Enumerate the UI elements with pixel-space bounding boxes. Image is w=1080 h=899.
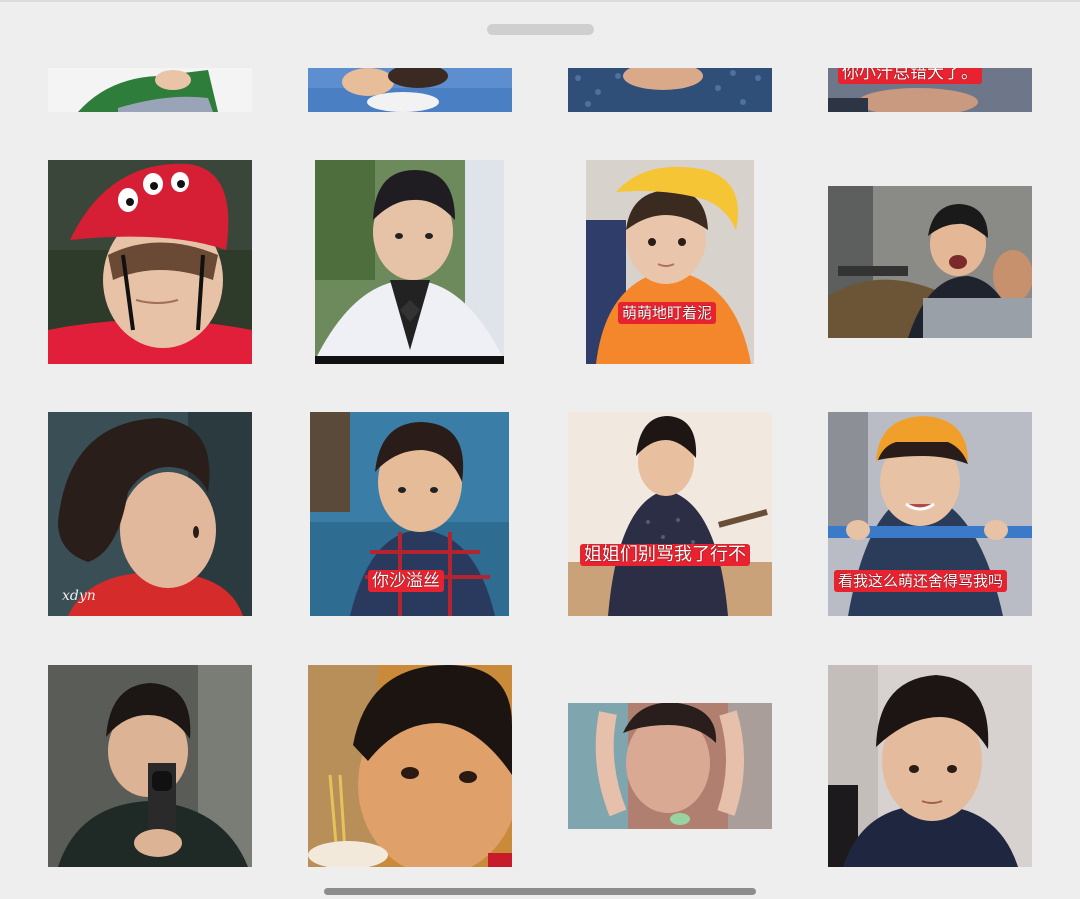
sticker-image — [828, 665, 1032, 867]
sticker-r3-3[interactable]: 姐姐们别骂我了行不 — [568, 412, 772, 616]
sticker-r2-4[interactable] — [828, 186, 1032, 338]
sticker-image — [568, 412, 772, 616]
sticker-image — [48, 412, 252, 616]
sticker-image — [48, 665, 252, 867]
sticker-r2-1[interactable] — [48, 160, 252, 364]
sticker-caption: 萌萌地盯着泥 — [618, 302, 717, 324]
sticker-r2-3[interactable]: 萌萌地盯着泥 — [586, 160, 754, 364]
drag-handle[interactable] — [487, 24, 594, 35]
sticker-r3-4[interactable]: 看我这么萌还舍得骂我吗 — [828, 412, 1032, 616]
sticker-image — [586, 160, 754, 364]
sticker-image — [568, 68, 772, 112]
scroll-indicator[interactable] — [324, 888, 756, 895]
sticker-r1-1[interactable] — [48, 68, 252, 112]
sticker-image — [315, 160, 504, 364]
sticker-image — [568, 703, 772, 829]
watermark: xdyn — [62, 588, 96, 604]
sticker-r3-1[interactable]: xdyn — [48, 412, 252, 616]
sticker-caption: 看我这么萌还舍得骂我吗 — [834, 570, 1008, 592]
sticker-caption: 你小汁总错大了。 — [838, 68, 982, 84]
sticker-r4-1[interactable] — [48, 665, 252, 867]
sticker-image — [308, 68, 512, 112]
sticker-r3-2[interactable]: 你沙溢丝 — [310, 412, 509, 616]
sticker-image — [48, 160, 252, 364]
sticker-image — [48, 68, 252, 112]
sticker-caption: 你沙溢丝 — [368, 570, 444, 592]
sticker-r4-4[interactable] — [828, 665, 1032, 867]
sticker-r1-3[interactable] — [568, 68, 772, 112]
sticker-r1-4[interactable]: 你小汁总错大了。 — [828, 68, 1032, 112]
sticker-caption: 姐姐们别骂我了行不 — [580, 544, 750, 566]
sticker-image — [828, 186, 1032, 338]
sticker-r4-2[interactable] — [308, 665, 512, 867]
sticker-r2-2[interactable] — [315, 160, 504, 364]
sticker-r4-3[interactable] — [568, 703, 772, 829]
sticker-r1-2[interactable] — [308, 68, 512, 112]
top-divider — [0, 0, 1080, 2]
sticker-image — [308, 665, 512, 867]
